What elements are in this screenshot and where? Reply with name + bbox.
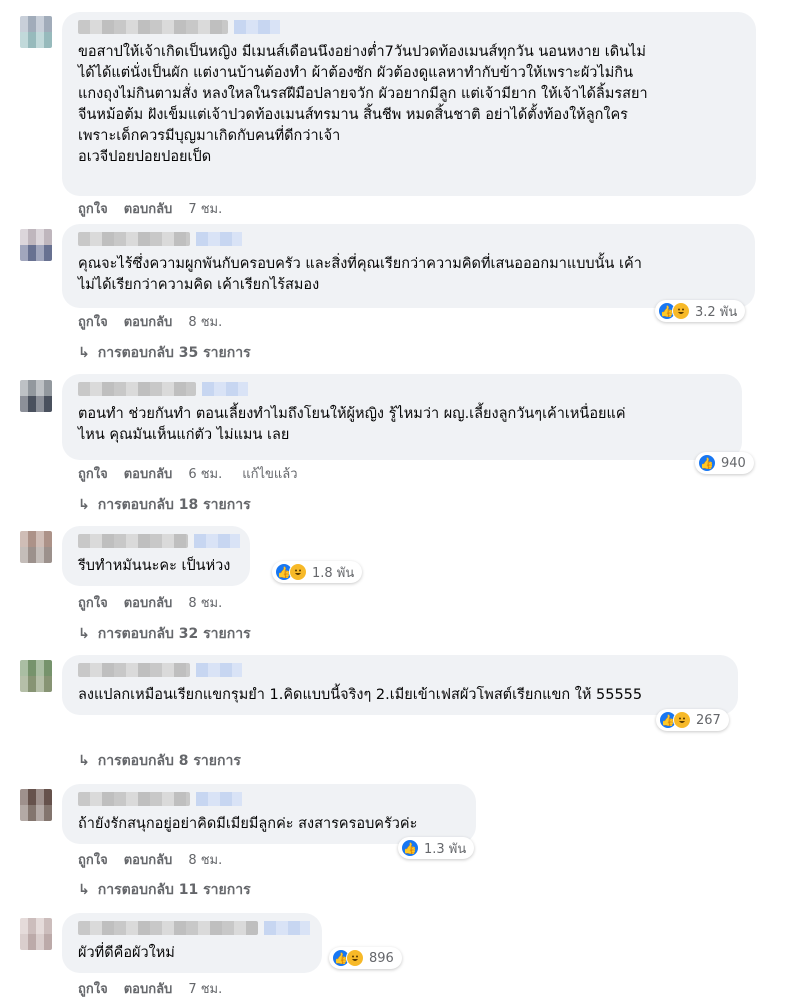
like-link[interactable]: ถูกใจ — [78, 592, 108, 613]
author-name-blurred[interactable] — [78, 534, 240, 548]
haha-reaction-icon — [672, 302, 690, 320]
timestamp[interactable]: 8 ชม. — [188, 849, 222, 870]
timestamp[interactable]: 7 ชม. — [188, 978, 222, 999]
reaction-count: 1.3 พัน — [424, 841, 467, 857]
avatar[interactable] — [20, 789, 52, 821]
reaction-count: 1.8 พัน — [312, 565, 355, 581]
reaction-count: 896 — [369, 950, 394, 966]
like-link[interactable]: ถูกใจ — [78, 198, 108, 219]
like-reaction-icon: 👍 — [401, 839, 419, 857]
replies-count-label: การตอบกลับ 11 รายการ — [97, 882, 251, 898]
comment-bubble: ลงแปลกเหมือนเรียกแขกรุมยำ 1.คิดแบบนี้จริ… — [62, 655, 738, 715]
reply-link[interactable]: ตอบกลับ — [124, 978, 173, 999]
haha-reaction-icon — [673, 711, 691, 729]
reply-arrow-icon: ↳ — [78, 497, 90, 513]
timestamp[interactable]: 8 ชม. — [188, 592, 222, 613]
reaction-summary[interactable]: 👍 1.8 พัน — [272, 561, 363, 583]
comment-text: ผัวที่ดีคือผัวใหม่ — [78, 945, 175, 961]
reply-link[interactable]: ตอบกลับ — [124, 463, 173, 484]
comment-bubble: คุณจะไร้ซึ่งความผูกพันกับครอบครัว และสิ่… — [62, 224, 755, 308]
replies-count-label: การตอบกลับ 18 รายการ — [97, 497, 251, 513]
timestamp[interactable]: 8 ชม. — [188, 311, 222, 332]
avatar[interactable] — [20, 531, 52, 563]
comment-bubble: ผัวที่ดีคือผัวใหม่ — [62, 913, 322, 973]
comment-actions: ถูกใจ ตอบกลับ 8 ชม. — [78, 592, 238, 613]
like-link[interactable]: ถูกใจ — [78, 978, 108, 999]
comment-bubble: ถ้ายังรักสนุกอยู่อย่าคิดมีเมียมีลูกค่ะ ส… — [62, 784, 476, 844]
avatar[interactable] — [20, 380, 52, 412]
author-name-blurred[interactable] — [78, 921, 310, 935]
replies-count-label: การตอบกลับ 8 รายการ — [97, 753, 241, 769]
timestamp[interactable]: 7 ชม. — [188, 198, 222, 219]
edited-label: แก้ไขแล้ว — [242, 467, 298, 482]
reply-arrow-icon: ↳ — [78, 345, 90, 361]
haha-reaction-icon — [346, 949, 364, 967]
view-replies-link[interactable]: ↳ การตอบกลับ 32 รายการ — [78, 623, 251, 645]
author-name-blurred[interactable] — [78, 792, 242, 806]
reply-link[interactable]: ตอบกลับ — [124, 198, 173, 219]
comment-actions: ถูกใจ ตอบกลับ 8 ชม. — [78, 849, 238, 870]
reaction-summary[interactable]: 👍 1.3 พัน — [398, 837, 475, 859]
comment-text: ขอสาปให้เจ้าเกิดเป็นหญิง มีเมนส์เดือนนึง… — [78, 44, 648, 165]
comment-bubble: ขอสาปให้เจ้าเกิดเป็นหญิง มีเมนส์เดือนนึง… — [62, 12, 756, 196]
comment-actions: ถูกใจ ตอบกลับ 7 ชม. — [78, 198, 238, 219]
comment-actions: ถูกใจ ตอบกลับ 7 ชม. — [78, 978, 238, 999]
view-replies-link[interactable]: ↳ การตอบกลับ 11 รายการ — [78, 879, 251, 901]
reaction-summary[interactable]: 👍 267 — [656, 709, 729, 731]
like-link[interactable]: ถูกใจ — [78, 311, 108, 332]
reply-arrow-icon: ↳ — [78, 626, 90, 642]
reply-link[interactable]: ตอบกลับ — [124, 592, 173, 613]
comment-text: ตอนทำ ช่วยกันทำ ตอนเลี้ยงทำไมถึงโยนให้ผู… — [78, 406, 626, 443]
author-name-blurred[interactable] — [78, 20, 280, 34]
reply-arrow-icon: ↳ — [78, 882, 90, 898]
view-replies-link[interactable]: ↳ การตอบกลับ 18 รายการ — [78, 494, 251, 516]
reaction-count: 940 — [721, 455, 746, 471]
comment-bubble: ตอนทำ ช่วยกันทำ ตอนเลี้ยงทำไมถึงโยนให้ผู… — [62, 374, 742, 460]
comment-text: ถ้ายังรักสนุกอยู่อย่าคิดมีเมียมีลูกค่ะ ส… — [78, 816, 418, 832]
view-replies-link[interactable]: ↳ การตอบกลับ 8 รายการ — [78, 750, 241, 772]
avatar[interactable] — [20, 660, 52, 692]
avatar[interactable] — [20, 16, 52, 48]
reply-link[interactable]: ตอบกลับ — [124, 849, 173, 870]
like-link[interactable]: ถูกใจ — [78, 463, 108, 484]
author-name-blurred[interactable] — [78, 232, 242, 246]
reaction-count: 267 — [696, 712, 721, 728]
author-name-blurred[interactable] — [78, 382, 248, 396]
comment-actions: ถูกใจ ตอบกลับ 6 ชม. แก้ไขแล้ว — [78, 463, 314, 484]
replies-count-label: การตอบกลับ 32 รายการ — [97, 626, 251, 642]
avatar[interactable] — [20, 918, 52, 950]
timestamp[interactable]: 6 ชม. — [188, 463, 222, 484]
comment-text: ลงแปลกเหมือนเรียกแขกรุมยำ 1.คิดแบบนี้จริ… — [78, 687, 643, 703]
avatar[interactable] — [20, 229, 52, 261]
view-replies-link[interactable]: ↳ การตอบกลับ 35 รายการ — [78, 342, 251, 364]
replies-count-label: การตอบกลับ 35 รายการ — [97, 345, 251, 361]
reaction-summary[interactable]: 👍 3.2 พัน — [655, 300, 746, 322]
comment-actions: ถูกใจ ตอบกลับ 8 ชม. — [78, 311, 238, 332]
reaction-summary[interactable]: 👍 896 — [329, 947, 402, 969]
like-reaction-icon: 👍 — [698, 454, 716, 472]
comment-bubble: รีบทำหมันนะคะ เป็นห่วง — [62, 526, 250, 586]
reply-arrow-icon: ↳ — [78, 753, 90, 769]
author-name-blurred[interactable] — [78, 663, 242, 677]
haha-reaction-icon — [289, 563, 307, 581]
reply-link[interactable]: ตอบกลับ — [124, 311, 173, 332]
reaction-count: 3.2 พัน — [695, 304, 738, 320]
comment-text: คุณจะไร้ซึ่งความผูกพันกับครอบครัว และสิ่… — [78, 256, 642, 293]
reaction-summary[interactable]: 👍 940 — [695, 452, 754, 474]
comment-text: รีบทำหมันนะคะ เป็นห่วง — [78, 558, 231, 574]
like-link[interactable]: ถูกใจ — [78, 849, 108, 870]
